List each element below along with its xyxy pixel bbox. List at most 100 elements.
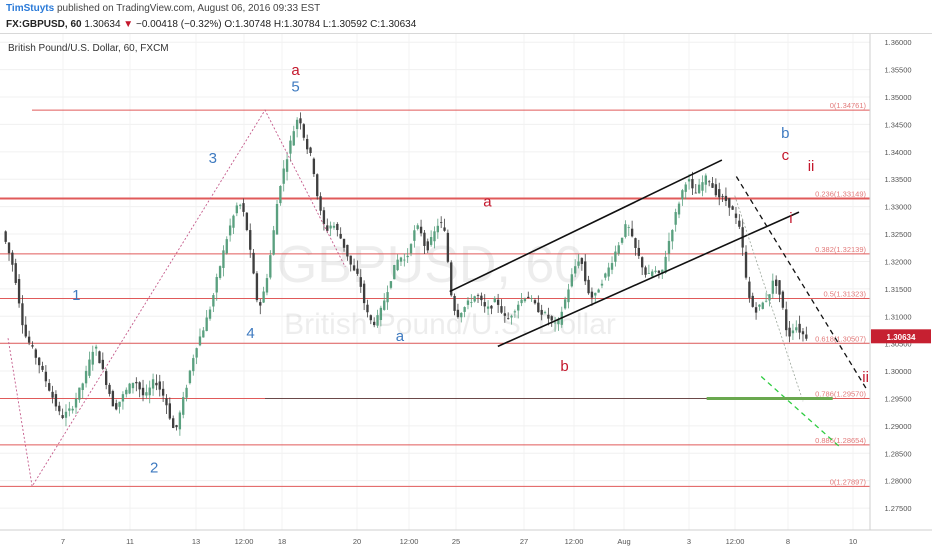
candle-body [637,247,640,256]
support-trendline [760,376,842,449]
candle-body [634,238,637,248]
candle-body [272,230,275,255]
candle-body [587,279,590,294]
low-label: L: [322,19,332,30]
candle-body [687,179,691,182]
time-tick-label: 13 [192,537,200,546]
candle-body [121,394,125,402]
candle-body [91,351,94,365]
candle-body [617,245,620,254]
candle-body [27,336,31,343]
close-value: 1.30634 [380,19,417,30]
candle-body [369,315,372,321]
time-tick-label: 11 [126,537,134,546]
wave-label: 1 [72,287,80,304]
candle-body [654,270,657,272]
candle-body [339,233,342,239]
candle-body [383,300,386,310]
price-chart[interactable]: GBPUSD, 60 British Pound/U.S. Dollar 0(1… [0,34,932,550]
candle-body [88,359,91,376]
resistance-trendline [735,176,868,391]
time-tick-label: 12:00 [726,537,745,546]
candle-body [627,227,630,228]
candle-body [198,336,202,346]
price-tick-label: 1.36000 [884,38,911,47]
candle-body [674,212,677,225]
fib-level-label: 0.5(1.31323) [823,290,866,299]
candle-body [275,203,279,235]
time-axis[interactable]: 7 11 13 12:00 18 20 12:00 25 27 12:00 Aug 3 12:00 8 10 [61,537,857,546]
author-link[interactable]: TimStuyts [6,3,54,14]
candle-body [744,251,748,278]
candle-body [215,276,218,293]
time-tick-label: 12:00 [400,537,419,546]
price-tick-label: 1.29500 [884,394,911,403]
time-tick-label: 25 [452,537,460,546]
candle-body [775,279,778,286]
fib-level-label: 0.618(1.30507) [815,334,866,343]
candle-body [567,289,570,303]
candle-body [306,138,309,150]
candle-body [537,302,540,313]
candle-body [41,365,44,370]
candle-body [202,330,205,338]
candle-body [101,359,104,369]
candle-body [704,175,707,185]
candle-body [805,334,808,339]
candle-body [681,190,684,200]
candle-body [51,391,54,398]
candle-body [218,266,222,278]
candle-body [61,415,64,419]
fib-level-label: 0.236(1.33149) [815,189,866,198]
candle-body [138,382,141,390]
candle-body [677,203,681,215]
candle-body [503,313,506,316]
wave-label: b [560,358,568,375]
wave-label: a [483,194,492,211]
candle-body [500,306,503,313]
wave-label: 4 [246,325,254,342]
candle-body [285,159,289,172]
candle-body [550,316,553,321]
candle-body [212,295,215,307]
candle-body [135,381,138,384]
candle-body [443,227,446,231]
candle-body [671,230,674,242]
candle-body [620,237,624,243]
wave-label: b [781,125,789,142]
wave-label: c [782,147,790,164]
candle-body [734,213,738,218]
candle-body [788,327,791,337]
candle-body [791,330,795,334]
candle-body [151,379,155,389]
fib-level-label: 0(1.34761) [830,101,867,110]
candle-body [644,267,647,275]
wave-label: i [789,210,792,227]
candle-body [771,280,774,294]
candle-body [801,331,805,335]
candle-body [356,268,359,274]
candle-body [105,371,108,385]
candle-body [332,225,336,228]
candle-body [158,381,161,390]
candle-body [533,300,537,304]
candle-body [761,302,764,309]
close-label: C: [370,19,381,30]
candle-body [563,299,567,309]
wave-label: a [396,328,405,345]
publish-info: TimStuyts published on TradingView.com, … [6,3,320,14]
wave-label: 3 [209,150,217,167]
candle-body [24,324,27,337]
candle-body [470,302,473,303]
candle-body [798,323,801,333]
candle-body [64,411,68,418]
time-tick-label: 20 [353,537,361,546]
candle-body [600,283,604,286]
candle-body [463,307,466,312]
candle-body [486,306,490,309]
change-arrow: ▼ [123,19,134,30]
candle-body [389,281,393,288]
price-tick-label: 1.35000 [884,93,911,102]
candle-body [175,425,178,428]
candle-body [597,289,600,293]
